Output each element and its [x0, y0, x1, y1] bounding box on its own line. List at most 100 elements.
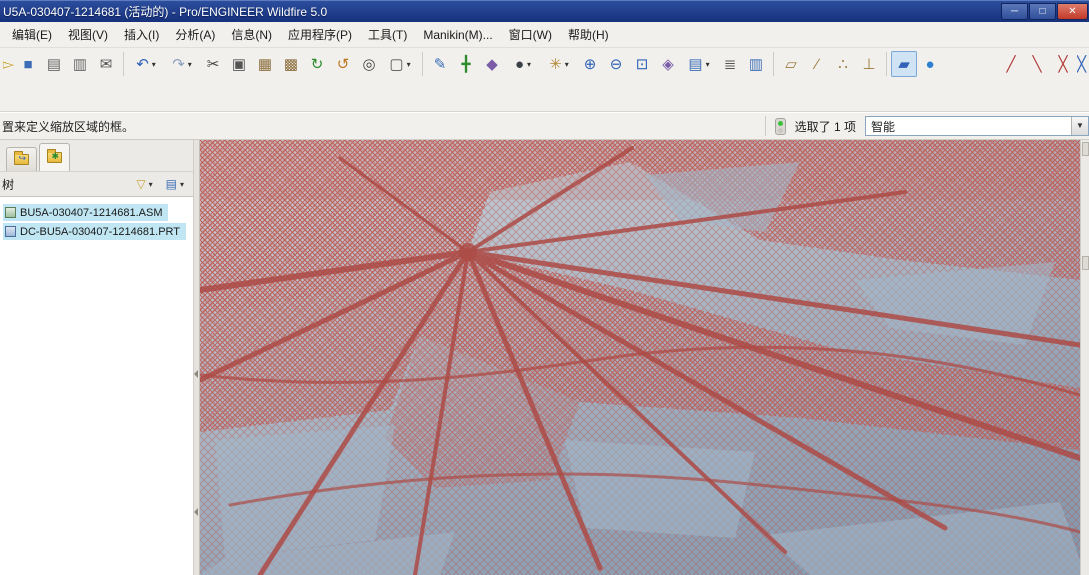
menu-item[interactable]: 窗口(W) — [501, 22, 560, 47]
paste-icon[interactable]: ▦ — [252, 51, 278, 77]
show-menu-button[interactable]: ▽ — [131, 174, 157, 194]
right-panel-toggle-icon[interactable] — [1081, 142, 1089, 156]
layers-icon[interactable]: ≣ — [717, 51, 743, 77]
status-lamp-icon — [774, 117, 786, 135]
highlight-endpoints-icon[interactable]: ╳ — [1050, 51, 1076, 77]
menu-item[interactable]: 信息(N) — [223, 22, 280, 47]
menu-item[interactable]: 应用程序(P) — [280, 22, 360, 47]
model-tree: BU5A-030407-1214681.ASM DC-BU5A-030407-1… — [0, 197, 193, 575]
right-panel-toggle-icon[interactable] — [1081, 256, 1089, 270]
mesh-hub — [459, 243, 477, 261]
toolbar-icon: ▥ — [72, 55, 88, 73]
menu-item[interactable]: 插入(I) — [116, 22, 167, 47]
toolbar-icon: ↷ — [172, 55, 185, 73]
toolbar-icon: ↺ — [336, 55, 350, 73]
toolbar-icon: ▢ — [389, 55, 404, 73]
toolbar-icon: ⊖ — [609, 55, 623, 73]
menu-item[interactable]: 编辑(E) — [4, 22, 60, 47]
sash-collapse-icon[interactable] — [194, 370, 198, 378]
toolbar-icon: ▻ — [2, 55, 14, 73]
toolbar-icon: ⊕ — [583, 55, 597, 73]
orient-mode-icon[interactable]: ◆ — [479, 51, 505, 77]
selection-filter-combobox[interactable]: 智能 ▼ — [865, 116, 1089, 136]
sketch-line-icon[interactable]: ╱ — [998, 51, 1024, 77]
tree-item[interactable]: DC-BU5A-030407-1214681.PRT — [3, 223, 186, 240]
datum-axes-icon[interactable]: ∕ — [804, 51, 830, 77]
menu-item[interactable]: 工具(T) — [360, 22, 415, 47]
open-icon[interactable]: ▻ — [2, 51, 15, 77]
toolbar-icon: ◈ — [662, 55, 674, 73]
sketch-centerline-icon[interactable]: ╲ — [1024, 51, 1050, 77]
viewport-3d[interactable] — [200, 140, 1080, 575]
reorient-icon[interactable]: ◈ — [655, 51, 681, 77]
maximize-button[interactable]: □ — [1029, 3, 1056, 20]
tab-folder-browser[interactable]: ↪ — [6, 147, 37, 171]
toolbar-separator — [123, 52, 124, 76]
toolbar-icon: ╋ — [461, 55, 471, 73]
save-icon[interactable]: ■ — [15, 51, 41, 77]
copy-icon[interactable]: ▣ — [226, 51, 252, 77]
statusbar-divider — [764, 116, 766, 136]
toolbar-icon: ▤ — [688, 55, 703, 73]
tree-menu-icon: ▤ — [165, 177, 177, 191]
window-title: U5A-030407-1214681 (活动的) - Pro/ENGINEER … — [3, 5, 328, 19]
menu-item[interactable]: Manikin(M)... — [415, 24, 500, 46]
combobox-dropdown-icon[interactable]: ▼ — [1071, 117, 1088, 135]
cut-icon[interactable]: ✂ — [200, 51, 226, 77]
model-tree-header: 树 ▽ ▤ — [0, 171, 193, 197]
send-mail-icon[interactable]: ✉ — [93, 51, 119, 77]
toolbar-icon: ▥ — [748, 55, 764, 73]
select-box-icon[interactable]: ▢ — [382, 51, 418, 77]
toolbar-separator — [773, 52, 774, 76]
settings-menu-button[interactable]: ▤ — [161, 174, 189, 194]
tree-header-buttons: ▽ ▤ — [131, 174, 189, 194]
toolbar-icon: ✉ — [99, 55, 113, 73]
redo-icon[interactable]: ↷ — [164, 51, 200, 77]
main-content: ↪ ✱ 树 ▽ ▤ — [0, 140, 1089, 575]
spin-center-ball-icon[interactable]: ● — [917, 51, 943, 77]
find-icon[interactable]: ◎ — [356, 51, 382, 77]
toolbar-separator — [422, 52, 423, 76]
print-icon[interactable]: ▤ — [41, 51, 67, 77]
saved-views-icon[interactable]: ▤ — [681, 51, 717, 77]
annotation-display-toggle-icon[interactable]: ▰ — [891, 51, 917, 77]
toolbar-icon: ▱ — [785, 55, 797, 73]
plotter-icon[interactable]: ▥ — [67, 51, 93, 77]
navigator-sash[interactable] — [193, 140, 200, 575]
repaint-icon[interactable]: ✎ — [427, 51, 453, 77]
sash-collapse-icon[interactable] — [194, 508, 198, 516]
view-manager-icon[interactable]: ▥ — [743, 51, 769, 77]
minimize-button[interactable]: ─ — [1001, 3, 1028, 20]
datum-csys-icon[interactable]: ⊥ — [856, 51, 882, 77]
auto-regenerate-icon[interactable]: ↺ — [330, 51, 356, 77]
paste-special-icon[interactable]: ▩ — [278, 51, 304, 77]
menu-item[interactable]: 分析(A) — [167, 22, 223, 47]
toolbar-icon: ╳ — [1058, 55, 1068, 73]
overlap-geometry-icon[interactable]: ╳ — [1076, 51, 1089, 77]
regenerate-icon[interactable]: ↻ — [304, 51, 330, 77]
selection-filter-value: 智能 — [871, 119, 896, 134]
close-button[interactable]: ✕ — [1057, 3, 1088, 20]
display-style-icon[interactable]: ● — [505, 51, 541, 77]
undo-icon[interactable]: ↶ — [128, 51, 164, 77]
zoom-out-icon[interactable]: ⊖ — [603, 51, 629, 77]
toolbar-icon: ⊥ — [862, 55, 876, 73]
toolbar-icon: ■ — [23, 55, 33, 73]
tree-item[interactable]: BU5A-030407-1214681.ASM — [3, 204, 169, 221]
menu-item[interactable]: 视图(V) — [60, 22, 116, 47]
spin-pan-zoom-icon[interactable]: ✳ — [541, 51, 577, 77]
folder-badge-icon: ↪ — [18, 153, 26, 163]
menu-item[interactable]: 帮助(H) — [560, 22, 617, 47]
datum-points-icon[interactable]: ∴ — [830, 51, 856, 77]
spin-center-icon[interactable]: ╋ — [453, 51, 479, 77]
selection-status-area: 选取了 1 项 智能 ▼ — [764, 116, 1089, 136]
toolbar-icon: ≣ — [723, 55, 737, 73]
toolbar-icon: ╲ — [1032, 55, 1042, 73]
toolbar-icon: ▤ — [46, 55, 62, 73]
zoom-in-icon[interactable]: ⊕ — [577, 51, 603, 77]
tab-favorites[interactable]: ✱ — [39, 143, 70, 171]
mesh-model-rendering — [200, 140, 1080, 575]
refit-icon[interactable]: ⊡ — [629, 51, 655, 77]
folder-icon: ✱ — [47, 149, 62, 163]
datum-planes-icon[interactable]: ▱ — [778, 51, 804, 77]
